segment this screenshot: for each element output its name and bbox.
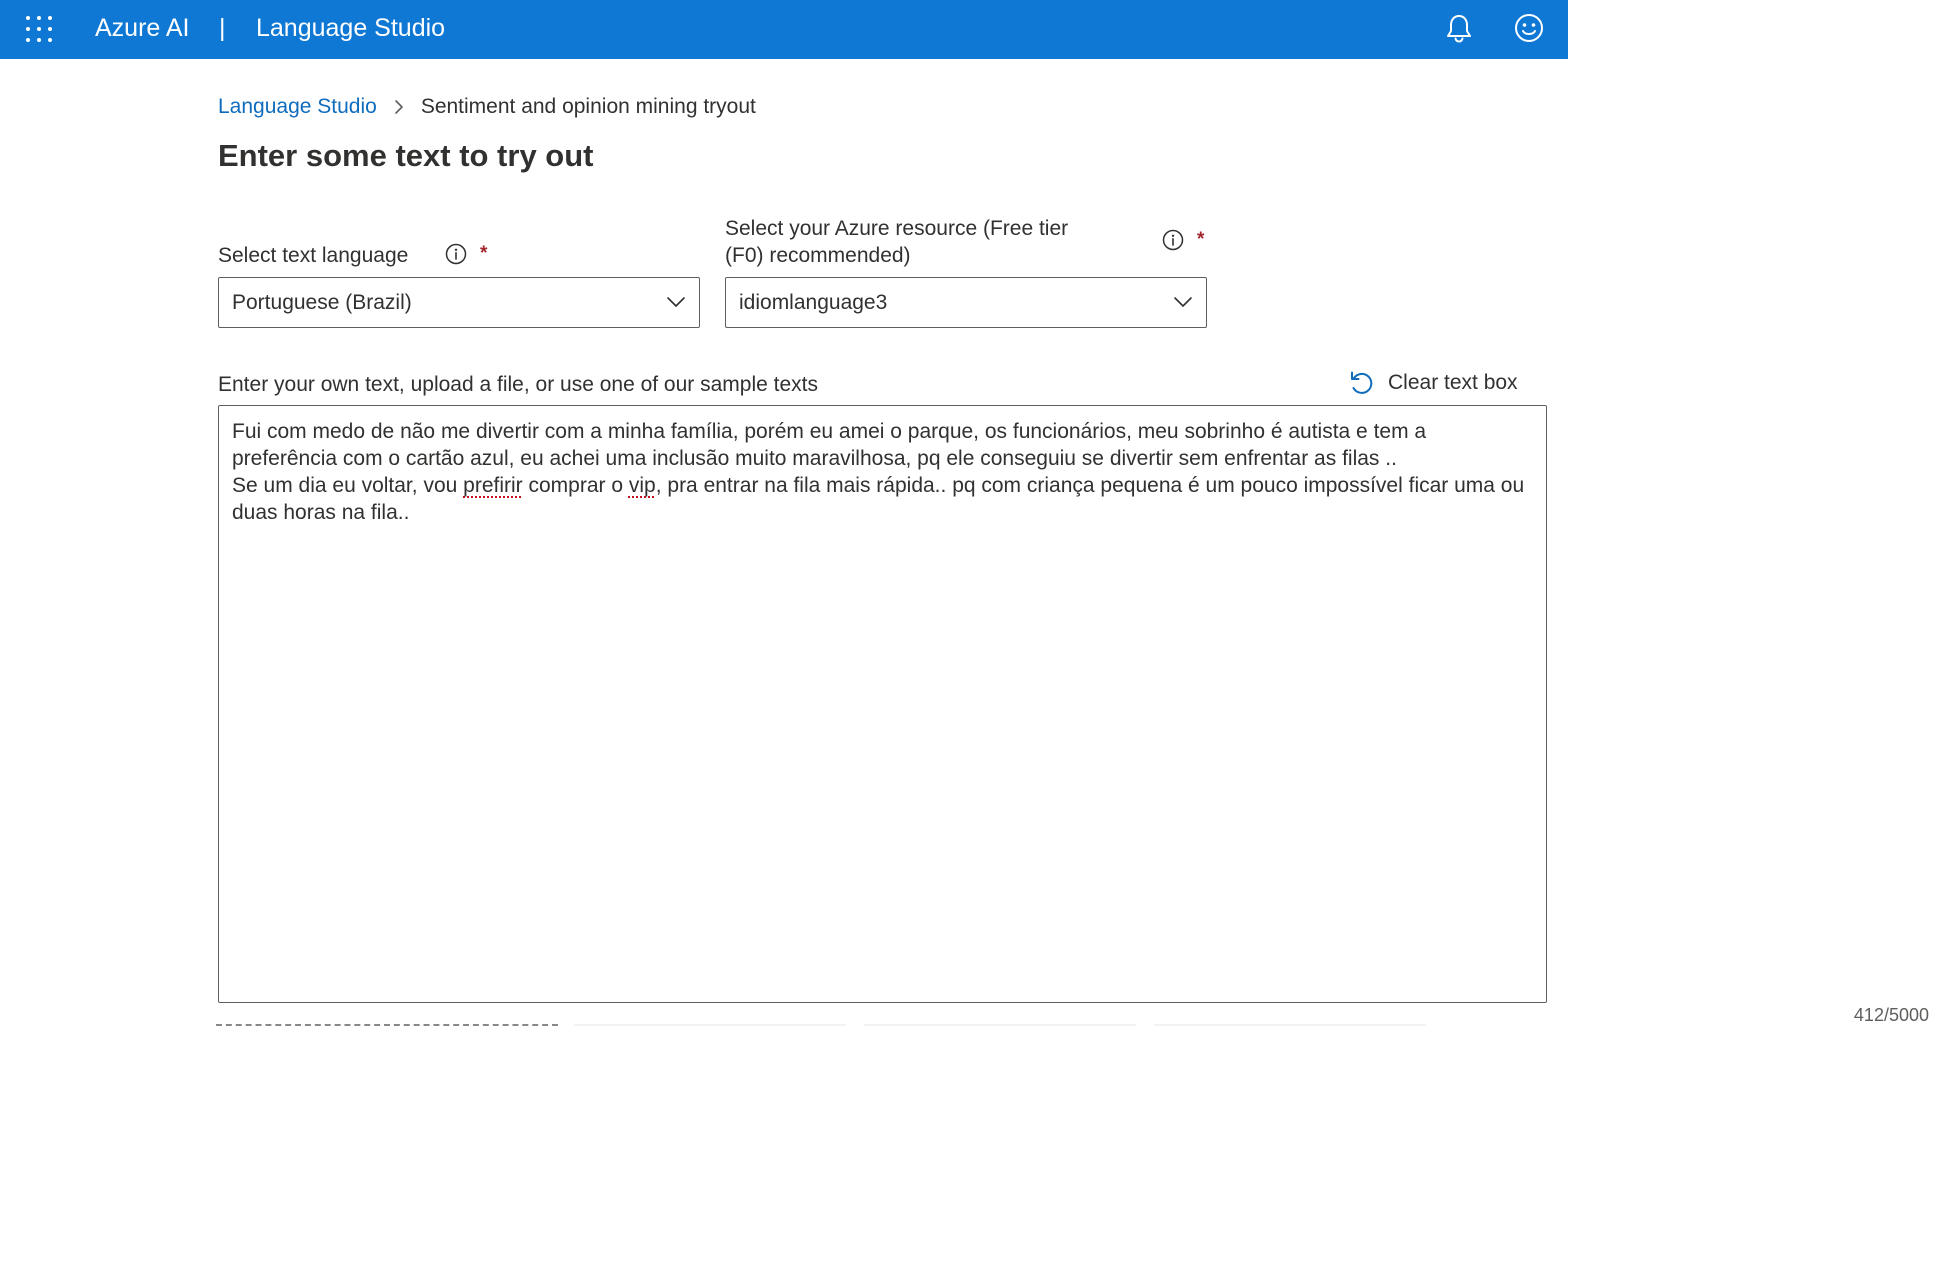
breadcrumb-current: Sentiment and opinion mining tryout <box>420 95 756 118</box>
resource-select-label-line1: Select your Azure resource (Free tier <box>725 217 1069 240</box>
divider <box>574 1024 846 1026</box>
bell-icon[interactable] <box>1444 12 1474 44</box>
language-dropdown-value: Portuguese (Brazil) <box>232 291 412 314</box>
clear-text-box-label: Clear text box <box>1388 371 1518 394</box>
brand-separator: | <box>219 14 226 42</box>
divider <box>1154 1024 1426 1026</box>
top-navigation-bar: Azure AI | Language Studio <box>0 0 1568 59</box>
chevron-right-icon <box>395 100 403 114</box>
resource-dropdown-value: idiomlanguage3 <box>739 291 888 314</box>
resource-select-label: Select your Azure resource (Free tier (F… <box>725 215 1068 269</box>
misspelled-word[interactable]: prefirir <box>463 474 523 497</box>
text-input-label: Enter your own text, upload a file, or u… <box>218 373 818 396</box>
undo-icon <box>1351 371 1373 394</box>
divider <box>216 1024 558 1026</box>
divider <box>864 1024 1136 1026</box>
text-input-area[interactable]: Fui com medo de não me divertir com a mi… <box>218 405 1547 1003</box>
clear-text-box-button[interactable]: Clear text box <box>1348 367 1518 399</box>
app-launcher-icon[interactable] <box>26 16 52 42</box>
required-asterisk: * <box>1197 229 1205 250</box>
brand-name[interactable]: Azure AI <box>95 13 190 43</box>
character-count: 412/5000 <box>1853 1005 1929 1025</box>
page-title: Enter some text to try out <box>218 138 594 173</box>
smiley-icon[interactable] <box>1513 12 1545 44</box>
info-icon[interactable] <box>1162 229 1184 251</box>
info-icon[interactable] <box>445 243 467 265</box>
misspelled-word[interactable]: vip <box>629 474 656 497</box>
breadcrumb: Language Studio Sentiment and opinion mi… <box>218 92 756 122</box>
chevron-down-icon <box>1174 297 1192 307</box>
breadcrumb-root-link[interactable]: Language Studio <box>218 95 377 119</box>
product-name[interactable]: Language Studio <box>256 13 445 43</box>
language-select-label: Select text language <box>218 244 409 267</box>
required-asterisk: * <box>480 243 488 264</box>
resource-dropdown[interactable]: idiomlanguage3 <box>725 277 1207 328</box>
resource-select-label-line2: (F0) recommended) <box>725 244 911 267</box>
language-dropdown[interactable]: Portuguese (Brazil) <box>218 277 700 328</box>
chevron-down-icon <box>667 297 685 307</box>
text-paragraph-1: Fui com medo de não me divertir com a mi… <box>232 420 1427 470</box>
text-paragraph-2: Se um dia eu voltar, vou prefirir compra… <box>232 474 1525 524</box>
